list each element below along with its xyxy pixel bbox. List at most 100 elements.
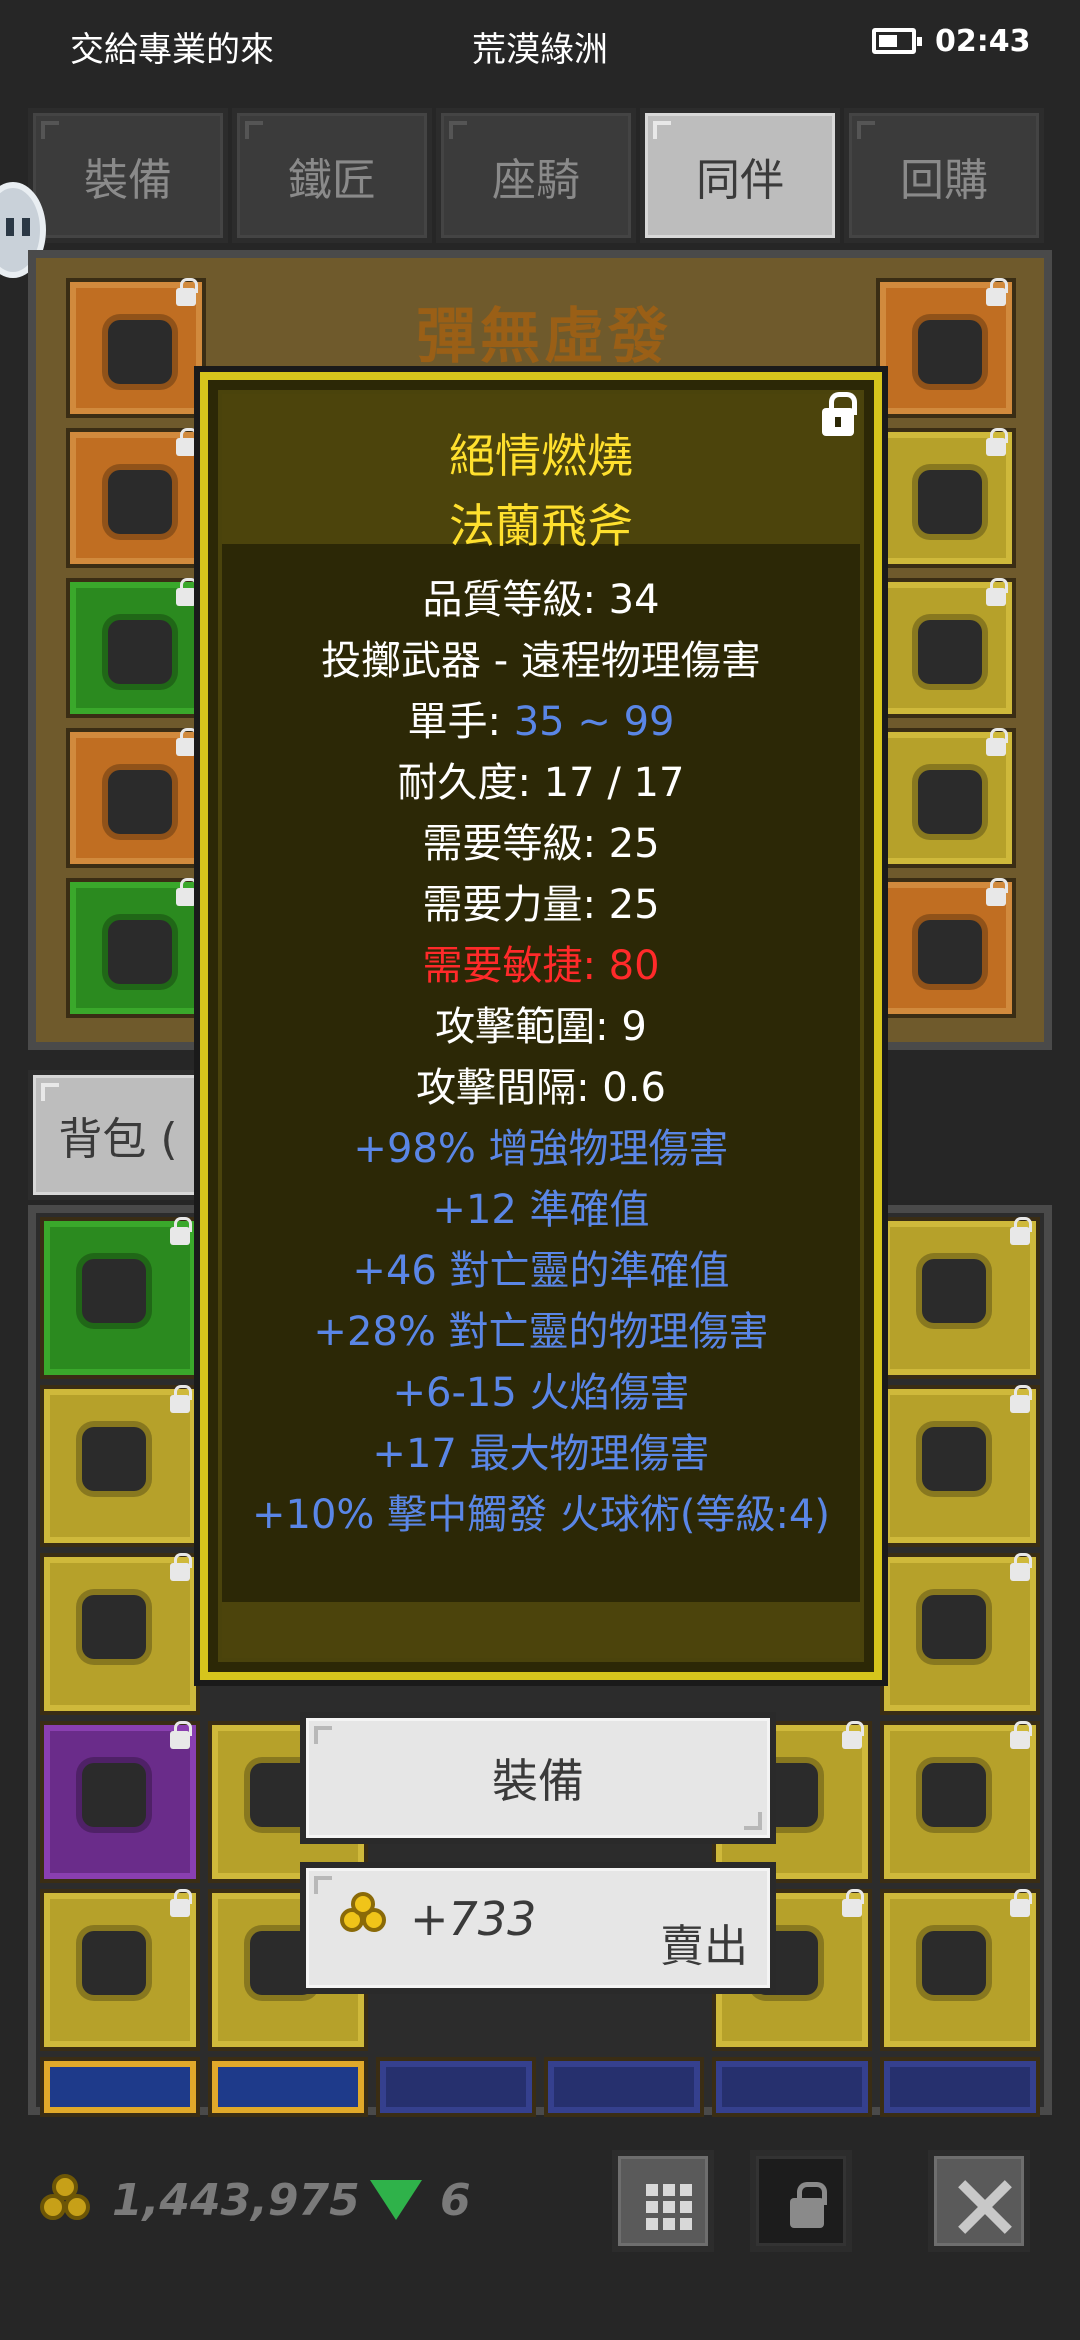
tab-companion[interactable]: 同伴 bbox=[640, 108, 840, 243]
tab-label: 座騎 bbox=[492, 154, 580, 206]
lock-icon bbox=[842, 1721, 864, 1749]
backpack-item[interactable] bbox=[376, 2057, 536, 2117]
equip-slot-armor[interactable] bbox=[66, 428, 206, 568]
lock-icon bbox=[170, 1721, 192, 1749]
backpack-item[interactable] bbox=[544, 2057, 704, 2117]
stat-modifier: +28% 對亡靈的物理傷害 bbox=[313, 1309, 769, 1355]
item-base-name: 法蘭飛斧 bbox=[449, 499, 633, 553]
backpack-item[interactable] bbox=[40, 2057, 200, 2117]
lock-icon bbox=[1010, 1385, 1032, 1413]
tab-label: 鐵匠 bbox=[288, 154, 376, 206]
backpack-item[interactable] bbox=[40, 1217, 200, 1379]
lock-icon bbox=[986, 428, 1008, 456]
tab-backpack[interactable]: 背包 ( bbox=[28, 1070, 208, 1200]
lock-icon bbox=[176, 278, 198, 306]
notification-text: 交給專業的來 bbox=[70, 30, 274, 70]
close-button[interactable] bbox=[928, 2150, 1030, 2252]
backpack-item[interactable] bbox=[880, 1217, 1040, 1379]
backpack-item[interactable] bbox=[880, 1553, 1040, 1715]
item-stats: 品質等級: 34 投擲武器 - 遠程物理傷害 單手: 35 ~ 99 耐久度: … bbox=[208, 570, 874, 1546]
equip-slot-belt[interactable] bbox=[66, 728, 206, 868]
tab-label: 回購 bbox=[900, 154, 988, 206]
stat-modifier: +6-15 火焰傷害 bbox=[392, 1370, 690, 1416]
lock-icon bbox=[1010, 1553, 1032, 1581]
item-tooltip: 絕情燃燒 法蘭飛斧 品質等級: 34 投擲武器 - 遠程物理傷害 單手: 35 … bbox=[194, 366, 888, 1686]
battery-icon bbox=[872, 28, 922, 54]
status-bar: 交給專業的來 荒漠綠洲 02:43 bbox=[0, 0, 1080, 90]
equip-slot-ring-2[interactable] bbox=[876, 578, 1016, 718]
clock: 02:43 bbox=[935, 24, 1031, 59]
grid-icon bbox=[646, 2184, 692, 2230]
backpack-item[interactable] bbox=[712, 2057, 872, 2117]
stat-modifier: +46 對亡靈的準確值 bbox=[352, 1248, 730, 1294]
equip-slot-gloves[interactable] bbox=[66, 578, 206, 718]
backpack-item[interactable] bbox=[880, 1721, 1040, 1883]
stat-required-dexterity: 需要敏捷: 80 bbox=[422, 943, 660, 989]
equip-button-label: 裝備 bbox=[492, 1754, 584, 1808]
stat-quality: 品質等級: 34 bbox=[422, 577, 660, 623]
lock-icon[interactable] bbox=[822, 392, 857, 436]
equip-slot-boots[interactable] bbox=[66, 878, 206, 1018]
tab-blacksmith[interactable]: 鐵匠 bbox=[232, 108, 432, 243]
stat-type: 投擲武器 - 遠程物理傷害 bbox=[321, 638, 761, 684]
gem-amount: 6 bbox=[440, 2175, 471, 2226]
lock-icon bbox=[1010, 1721, 1032, 1749]
lock-icon bbox=[170, 1553, 192, 1581]
lock-icon bbox=[986, 278, 1008, 306]
equipment-set-title: 彈無虛發 bbox=[416, 302, 672, 372]
location-name: 荒漠綠洲 bbox=[472, 30, 608, 70]
sort-grid-button[interactable] bbox=[612, 2150, 714, 2252]
lock-icon bbox=[986, 578, 1008, 606]
tab-label: 同伴 bbox=[696, 154, 784, 206]
damage-label: 單手: bbox=[407, 699, 514, 745]
stat-required-strength: 需要力量: 25 bbox=[422, 882, 660, 928]
backpack-item[interactable] bbox=[208, 2057, 368, 2117]
stat-required-level: 需要等級: 25 bbox=[422, 821, 660, 867]
lock-icon bbox=[170, 1385, 192, 1413]
stat-attack-interval: 攻擊間隔: 0.6 bbox=[416, 1065, 666, 1111]
damage-value: 35 ~ 99 bbox=[513, 699, 675, 745]
tab-equipment[interactable]: 裝備 bbox=[28, 108, 228, 243]
tab-label: 裝備 bbox=[84, 154, 172, 206]
game-screen: 交給專業的來 荒漠綠洲 02:43 裝備 鐵匠 座騎 同伴 回購 彈無虛發 背包… bbox=[0, 0, 1080, 2340]
lock-icon bbox=[176, 878, 198, 906]
equip-slot-offhand[interactable] bbox=[876, 728, 1016, 868]
equip-slot-amulet[interactable] bbox=[876, 278, 1016, 418]
backpack-item[interactable] bbox=[40, 1721, 200, 1883]
gem-icon bbox=[370, 2180, 422, 2220]
gold-coins-icon bbox=[340, 1892, 394, 1940]
sell-button[interactable]: +733 賣出 bbox=[300, 1862, 776, 1994]
backpack-item[interactable] bbox=[40, 1385, 200, 1547]
lock-icon bbox=[986, 728, 1008, 756]
backpack-item[interactable] bbox=[40, 1553, 200, 1715]
close-icon bbox=[956, 2178, 1014, 2236]
backpack-item[interactable] bbox=[40, 1889, 200, 2051]
backpack-label: 背包 ( bbox=[58, 1114, 178, 1165]
stat-modifier: +10% 擊中觸發 火球術(等級:4) bbox=[252, 1492, 830, 1538]
lock-icon bbox=[790, 2182, 827, 2228]
lock-icon bbox=[1010, 1889, 1032, 1917]
lock-icon bbox=[842, 1889, 864, 1917]
lock-icon bbox=[986, 878, 1008, 906]
backpack-item[interactable] bbox=[880, 1385, 1040, 1547]
equip-slot-helmet[interactable] bbox=[66, 278, 206, 418]
sell-price: +733 bbox=[410, 1892, 537, 1946]
equip-slot-charm[interactable] bbox=[876, 878, 1016, 1018]
backpack-item[interactable] bbox=[880, 2057, 1040, 2117]
lock-icon bbox=[1010, 1217, 1032, 1245]
tab-mount[interactable]: 座騎 bbox=[436, 108, 636, 243]
stat-damage: 單手: 35 ~ 99 bbox=[208, 692, 874, 753]
equip-slot-ring-1[interactable] bbox=[876, 428, 1016, 568]
stat-durability: 耐久度: 17 / 17 bbox=[397, 760, 685, 806]
gold-icon bbox=[40, 2170, 100, 2230]
gold-amount: 1,443,975 bbox=[112, 2175, 360, 2226]
equip-button[interactable]: 裝備 bbox=[300, 1712, 776, 1844]
stat-attack-range: 攻擊範圍: 9 bbox=[435, 1004, 647, 1050]
lock-icon bbox=[176, 578, 198, 606]
tab-buyback[interactable]: 回購 bbox=[844, 108, 1044, 243]
lock-icon bbox=[176, 428, 198, 456]
item-prefix-name: 絕情燃燒 bbox=[449, 429, 633, 483]
lock-icon bbox=[170, 1889, 192, 1917]
lock-mode-button[interactable] bbox=[750, 2150, 852, 2252]
backpack-item[interactable] bbox=[880, 1889, 1040, 2051]
